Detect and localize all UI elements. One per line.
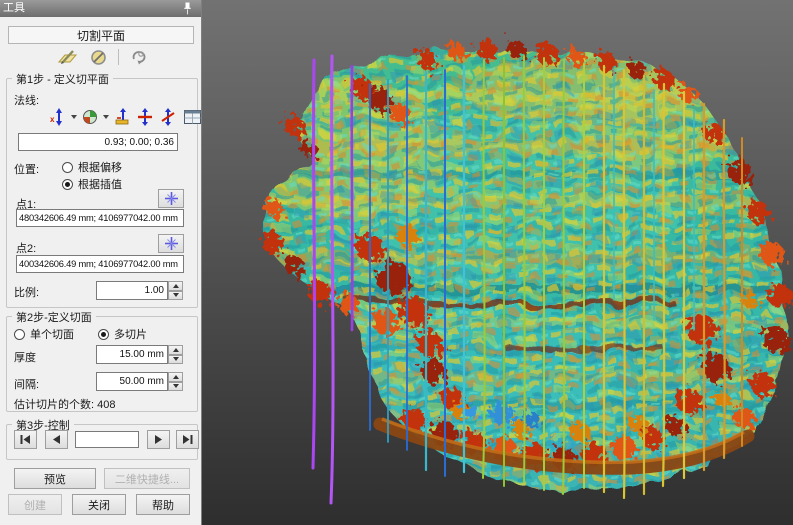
tool-panel: 工具 切割平面 [0,0,202,525]
scale-field[interactable] [96,281,168,300]
scale-spin-down[interactable] [168,291,183,301]
radio-by-offset[interactable]: 根据偏移 [62,159,122,175]
slice-count-text: 估计切片的个数: 408 [14,396,115,412]
position-label: 位置: [14,161,39,177]
fit-plane-icon[interactable] [112,106,132,128]
close-button[interactable]: 关闭 [72,494,126,515]
axis-x-icon[interactable]: x [48,106,68,128]
axis-x-caret-icon[interactable] [71,115,77,119]
viewport-3d[interactable] [202,0,793,525]
scale-label: 比例: [14,284,39,300]
radio-multi-slice-circle[interactable] [98,329,109,340]
pick-point1-button[interactable] [158,189,184,208]
radio-single-section[interactable]: 单个切面 [14,326,74,342]
panel-toolbar [56,47,151,67]
prev-slice-button[interactable] [45,430,68,449]
panel-title: 工具 [3,2,25,14]
step1-heading: 第1步 - 定义切平面 [12,71,113,87]
spacing-spin-up[interactable] [168,372,183,382]
thickness-spin-down[interactable] [168,355,183,365]
move-axis-icon[interactable] [135,106,155,128]
next-slice-button[interactable] [147,430,170,449]
edit-plane-icon[interactable] [56,46,80,68]
svg-text:x: x [50,115,55,124]
thickness-spin-up[interactable] [168,345,183,355]
thickness-spinner[interactable] [168,345,183,364]
rotate-view-icon[interactable] [127,46,151,68]
normal-value-field[interactable] [18,133,178,151]
spacing-spin-down[interactable] [168,382,183,392]
scale-spinner[interactable] [168,281,183,300]
panel-titlebar[interactable]: 工具 [0,0,201,17]
sphere-caret-icon[interactable] [103,115,109,119]
thickness-label: 厚度 [14,349,36,365]
tool-name-header: 切割平面 [8,26,194,44]
spacing-field[interactable] [96,372,168,391]
radio-by-value[interactable]: 根据插值 [62,176,122,192]
radio-multi-slice[interactable]: 多切片 [98,326,147,342]
normal-toolbar: x [48,107,203,127]
shortcut-2d-button[interactable]: 二维快捷线... [104,468,190,489]
scale-spin-up[interactable] [168,281,183,291]
last-slice-button[interactable] [176,430,199,449]
spacing-label: 间隔: [14,376,39,392]
preview-button[interactable]: 预览 [14,468,96,489]
first-slice-button[interactable] [14,430,37,449]
point2-field[interactable] [16,255,184,273]
sphere-icon[interactable] [80,106,100,128]
dialog-icon[interactable] [181,106,203,128]
pick-point2-button[interactable] [158,234,184,253]
spacing-spinner[interactable] [168,372,183,391]
normal-label: 法线: [14,92,39,108]
point1-field[interactable] [16,209,184,227]
radio-by-value-circle[interactable] [62,179,73,190]
no-entry-icon[interactable] [86,46,110,68]
rotate-axis-icon[interactable] [158,106,178,128]
radio-by-offset-circle[interactable] [62,162,73,173]
step2-heading: 第2步-定义切面 [12,309,96,325]
toolbar-separator [118,49,119,65]
thickness-field[interactable] [96,345,168,364]
pin-icon[interactable] [183,2,192,15]
create-button[interactable]: 创建 [8,494,62,515]
radio-single-section-circle[interactable] [14,329,25,340]
help-button[interactable]: 帮助 [136,494,190,515]
application-window: 工具 切割平面 [0,0,793,525]
point2-label: 点2: [16,240,36,256]
point-cloud-render [202,0,793,525]
slice-index-field[interactable] [75,431,139,448]
